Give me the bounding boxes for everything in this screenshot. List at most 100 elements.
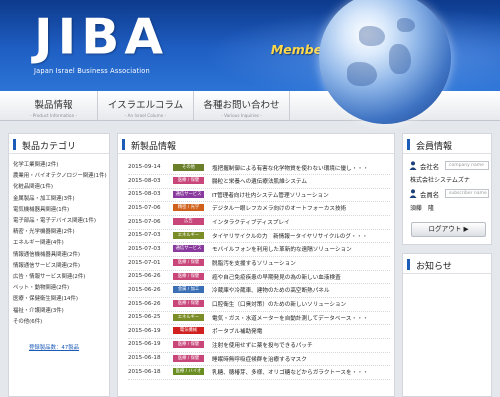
notice-panel-title: お知らせ — [416, 262, 452, 272]
news-row[interactable]: 2015-07-03 エネルギー タイヤリサイクルの力 新情報ータイヤリサイクルのグ… — [118, 229, 386, 243]
title-accent-bar — [407, 139, 410, 150]
member-panel: 会員情報 会社名 company name 株式会社システムズナ 会員名 sub… — [402, 133, 492, 245]
category-item[interactable]: 精密・光学機器関連(2件) — [13, 227, 107, 238]
category-badge: 金属 / 加工 — [173, 286, 204, 294]
category-badge: その他 — [173, 163, 204, 171]
category-badge: 医療 / 保健 — [173, 259, 204, 267]
category-item[interactable]: 電気機械器具関連(1件) — [13, 205, 107, 216]
nav-inquiries[interactable]: 各種お問い合わせ - Various Inquiries - — [194, 91, 290, 121]
news-row[interactable]: 2015-06-19 医療 / 保健 注射を使用せずに薬を投与できるパッチ — [118, 338, 386, 352]
news-date: 2015-07-03 — [128, 232, 161, 239]
news-row[interactable]: 2015-06-26 医療 / 保健 癌や自己免疫疾患の早期発見の為の新しい血液検査 — [118, 270, 386, 284]
news-panel-title: 新製品情報 — [131, 142, 177, 152]
category-item[interactable]: エネルギー関連(4件) — [13, 238, 107, 249]
category-badge: エネルギー — [173, 231, 204, 239]
category-item[interactable]: 広告・情報サービス関連(2件) — [13, 272, 107, 283]
category-item[interactable]: 福祉・介護関連(3件) — [13, 306, 107, 317]
company-value: 株式会社システムズナ — [410, 177, 470, 184]
category-badge: 医療 / 保健 — [173, 340, 204, 348]
news-title-link[interactable]: タイヤリサイクルの力 新情報ータイヤリサイクルのグ・・・ — [212, 232, 368, 240]
news-date: 2015-06-19 — [128, 341, 161, 348]
category-item[interactable]: 農業用・バイオテクノロジー関連(1件) — [13, 171, 107, 182]
news-row[interactable]: 2015-07-06 広告 インタラクティブディスプレイ — [118, 216, 386, 230]
news-title-link[interactable]: IT管理者向け社内システム管理ソリューション — [212, 191, 329, 199]
news-row[interactable]: 2015-06-18 医療 / バイオ 乳糖、穂椿芽、多様、オリゴ糖などからガラクト… — [118, 366, 386, 380]
news-row[interactable]: 2015-08-03 医療 / 保健 腸粒と栄養への遺伝療法肌維システム — [118, 175, 386, 189]
category-badge: エネルギー — [173, 313, 204, 321]
news-title-link[interactable]: モバイルフォンを利用した革新的な遠隔ソリューション — [212, 245, 352, 253]
notice-panel-header: お知らせ — [403, 254, 491, 274]
category-panel-title: 製品カテゴリ — [22, 142, 77, 152]
company-field[interactable]: company name — [445, 161, 489, 170]
category-item[interactable]: ペット・動物関連(2件) — [13, 283, 107, 294]
category-badge: 医療 / 保健 — [173, 300, 204, 307]
company-label: 会社名 — [420, 163, 440, 171]
news-title-link[interactable]: インタラクティブディスプレイ — [212, 218, 290, 226]
title-accent-bar — [407, 259, 410, 270]
news-title-link[interactable]: 乳糖、穂椿芽、多様、オリゴ糖などからガラクトースを・・・ — [212, 368, 368, 376]
nav-israel-column-sub: - An Israel Column - — [124, 113, 167, 118]
news-date: 2015-06-18 — [128, 368, 161, 375]
news-date: 2015-07-03 — [128, 245, 161, 252]
news-date: 2015-06-26 — [128, 273, 161, 280]
company-person-icon — [409, 161, 417, 170]
news-date: 2015-08-03 — [128, 177, 161, 184]
category-item[interactable]: 情報通信機械器具関連(2件) — [13, 250, 107, 261]
row-divider — [128, 378, 390, 380]
category-item[interactable]: 化粧品関連(1件) — [13, 182, 107, 193]
title-accent-bar — [13, 139, 16, 150]
category-item[interactable]: 化学工業関連(2件) — [13, 160, 107, 171]
category-item[interactable]: 情報通信サービス関連(2件) — [13, 261, 107, 272]
news-title-link[interactable]: 冷蔵庫や冷蔵車、建物のための高空断熱パネル — [212, 286, 329, 294]
news-row[interactable]: 2015-07-03 通信サービス モバイルフォンを利用した革新的な遠隔ソリューショ… — [118, 243, 386, 257]
logo-subtitle: Japan Israel Business Association — [34, 67, 150, 75]
news-title-link[interactable]: 電気・ガス・水道メーターを自動計測してデータベース・・・ — [212, 314, 368, 322]
category-item[interactable]: その他(6件) — [13, 317, 107, 328]
category-badge: 医療 / バイオ — [173, 368, 204, 376]
news-row[interactable]: 2015-06-26 金属 / 加工 冷蔵庫や冷蔵車、建物のための高空断熱パネル — [118, 284, 386, 298]
news-row[interactable]: 2015-06-25 エネルギー 電気・ガス・水道メーターを自動計測してデータベース… — [118, 311, 386, 325]
news-row[interactable]: 2015-09-14 その他 塩把握制御による有害な化学物質を使わない環境に優し・・… — [118, 161, 386, 175]
news-date: 2015-06-26 — [128, 286, 161, 293]
news-title-link[interactable]: 腸粒と栄養への遺伝療法肌維システム — [212, 177, 307, 185]
news-title-link[interactable]: 塩把握制御による有害な化学物質を使わない環境に優し・・・ — [212, 164, 368, 172]
category-item[interactable]: 電子部品・電子デバイス関連(1件) — [13, 216, 107, 227]
product-count-link[interactable]: 登録製品数：47製品 — [29, 343, 79, 351]
news-row[interactable]: 2015-07-06 精密 / 光学 デジタル一眼レフカメラ向けのオートフォーカス技… — [118, 202, 386, 216]
news-title-link[interactable]: 口腔衛生（口臭対策）のための新しいソリューション — [212, 300, 346, 308]
nav-israel-column[interactable]: イスラエルコラム - An Israel Column - — [98, 91, 194, 121]
member-field[interactable]: subscriber name — [445, 189, 489, 198]
news-row[interactable]: 2015-06-18 医療 / 保健 睡眠時無呼吸症候群を治療するマスク — [118, 352, 386, 366]
nav-inquiries-label: 各種お問い合わせ — [203, 100, 280, 111]
nav-inquiries-sub: - Various Inquiries - — [221, 113, 262, 118]
news-title-link[interactable]: 注射を使用せずに薬を投与できるパッチ — [212, 341, 313, 349]
news-title-link[interactable]: 脱脂汚を支援するソリューション — [212, 259, 296, 267]
news-row[interactable]: 2015-06-26 医療 / 保健 口腔衛生（口臭対策）のための新しいソリューショ… — [118, 298, 386, 312]
member-value: 須藤 隆 — [410, 205, 435, 212]
news-date: 2015-07-01 — [128, 259, 161, 266]
nav-product-info[interactable]: 製品情報 - Product Information - — [10, 91, 98, 121]
member-panel-header: 会員情報 — [403, 134, 491, 154]
news-title-link[interactable]: 癌や自己免疫疾患の早期発見の為の新しい血液検査 — [212, 273, 341, 281]
site-logo[interactable]: JIBA — [34, 11, 168, 64]
logout-button[interactable]: ログアウト ▶ — [411, 222, 486, 237]
news-panel-header: 新製品情報 — [118, 134, 394, 154]
news-row[interactable]: 2015-07-01 医療 / 保健 脱脂汚を支援するソリューション — [118, 257, 386, 271]
news-row[interactable]: 2015-06-19 電気機械 ポータブル補助発電 — [118, 325, 386, 339]
category-badge: 通信サービス — [173, 245, 204, 253]
news-date: 2015-09-14 — [128, 164, 161, 170]
member-person-icon — [409, 189, 417, 198]
news-title-link[interactable]: 睡眠時無呼吸症候群を治療するマスク — [212, 355, 307, 363]
category-list: 化学工業関連(2件) 農業用・バイオテクノロジー関連(1件) 化粧品関連(1件)… — [13, 160, 107, 328]
notice-panel: お知らせ — [402, 253, 492, 397]
category-badge: 電気機械 — [173, 327, 204, 335]
news-title-link[interactable]: デジタル一眼レフカメラ向けのオートフォーカス技術 — [212, 204, 346, 212]
nav-israel-column-label: イスラエルコラム — [107, 100, 184, 111]
member-panel-title: 会員情報 — [416, 142, 453, 152]
title-accent-bar — [122, 139, 125, 150]
category-item[interactable]: 金属製品・加工関連(3件) — [13, 194, 107, 205]
news-panel: 新製品情報 2015-09-14 その他 塩把握制御による有害な化学物質を使わない環… — [117, 133, 395, 397]
category-item[interactable]: 医療・保健衛生関連(14件) — [13, 294, 107, 305]
news-row[interactable]: 2015-08-03 通信サービス IT管理者向け社内システム管理ソリューション — [118, 188, 386, 202]
news-title-link[interactable]: ポータブル補助発電 — [212, 327, 262, 335]
